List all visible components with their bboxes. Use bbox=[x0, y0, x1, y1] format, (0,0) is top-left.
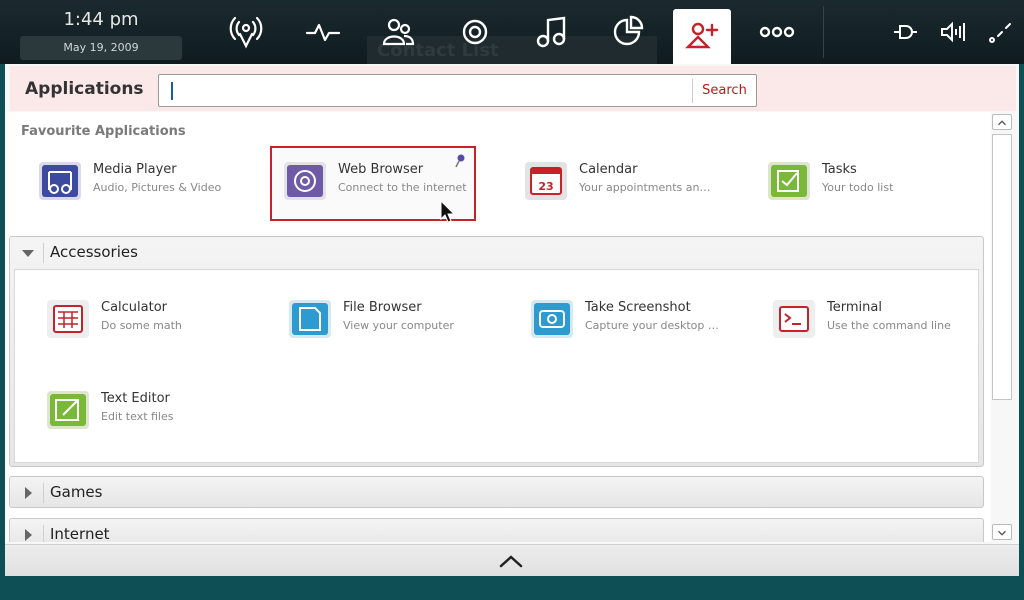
search-bar: Applications Search bbox=[10, 66, 1016, 111]
chevron-up-icon bbox=[998, 120, 1006, 126]
category-games[interactable]: Games bbox=[9, 476, 984, 508]
volume-button[interactable] bbox=[939, 18, 967, 46]
app-description: Audio, Pictures & Video bbox=[93, 181, 222, 194]
top-toolbar: 1:44 pm May 19, 2009 Contact List bbox=[0, 0, 1024, 64]
app-name: Take Screenshot bbox=[585, 300, 691, 315]
app-terminal[interactable]: Terminal Use the command line bbox=[761, 286, 967, 360]
app-description: Connect to the internet bbox=[338, 181, 467, 194]
app-name: Media Player bbox=[93, 162, 177, 177]
app-name: Web Browser bbox=[338, 162, 424, 177]
chevron-down-icon bbox=[998, 530, 1006, 536]
app-description: View your computer bbox=[343, 319, 454, 332]
search-input[interactable] bbox=[175, 79, 685, 103]
file-browser-icon bbox=[289, 300, 331, 338]
power-button[interactable] bbox=[891, 18, 919, 46]
app-description: Edit text files bbox=[101, 410, 174, 423]
app-name: Calendar bbox=[579, 162, 638, 177]
app-description: Your appointments an… bbox=[579, 181, 711, 194]
toolbar-divider bbox=[823, 6, 824, 58]
pie-icon bbox=[613, 15, 644, 46]
applications-icon bbox=[685, 22, 719, 48]
vertical-scrollbar[interactable] bbox=[991, 112, 1015, 540]
category-separator bbox=[43, 525, 44, 542]
people-zone-button[interactable] bbox=[369, 0, 427, 64]
app-description: Do some math bbox=[101, 319, 182, 332]
svg-text:23: 23 bbox=[538, 180, 553, 193]
more-zone-button[interactable] bbox=[748, 0, 806, 64]
media-zone-button[interactable] bbox=[522, 0, 580, 64]
network-button[interactable] bbox=[986, 18, 1014, 46]
camera-icon bbox=[531, 300, 573, 338]
app-name: Tasks bbox=[822, 162, 857, 177]
clock-time: 1:44 pm bbox=[63, 9, 139, 30]
calendar-icon: 23 bbox=[525, 162, 567, 200]
app-file-browser[interactable]: File Browser View your computer bbox=[277, 286, 483, 360]
applications-list: Favourite Applications Media Player Audi… bbox=[5, 112, 991, 542]
volume-icon bbox=[941, 21, 965, 43]
scrollbar-thumb[interactable] bbox=[992, 134, 1012, 400]
category-separator bbox=[43, 483, 44, 503]
favourite-app-tasks[interactable]: Tasks Your todo list bbox=[756, 148, 962, 222]
favourite-app-calendar[interactable]: 23 Calendar Your appointments an… bbox=[513, 148, 719, 222]
expand-arrow-icon[interactable] bbox=[22, 487, 34, 499]
pin-icon[interactable] bbox=[454, 154, 466, 168]
expand-arrow-icon[interactable] bbox=[22, 529, 34, 541]
search-box: Search bbox=[158, 74, 757, 107]
text-caret bbox=[171, 82, 173, 100]
tasks-icon bbox=[768, 162, 810, 200]
category-internet[interactable]: Internet bbox=[9, 518, 984, 542]
search-button[interactable]: Search bbox=[692, 79, 756, 103]
zones-zone-button[interactable] bbox=[598, 0, 656, 64]
category-separator bbox=[43, 243, 44, 263]
app-take-screenshot[interactable]: Take Screenshot Capture your desktop … bbox=[519, 286, 725, 360]
app-description: Capture your desktop … bbox=[585, 319, 719, 332]
scroll-up-button[interactable] bbox=[992, 114, 1012, 130]
panel-bottom-bar bbox=[5, 544, 1019, 576]
app-description: Your todo list bbox=[822, 181, 894, 194]
applications-panel: Applications Search Favourite Applicatio… bbox=[5, 64, 1019, 576]
collapse-panel-handle-icon[interactable] bbox=[497, 553, 525, 569]
panel-title: Applications bbox=[25, 79, 144, 99]
app-name: Terminal bbox=[827, 300, 882, 315]
favourites-heading: Favourite Applications bbox=[21, 124, 186, 139]
activity-zone-button[interactable] bbox=[294, 0, 352, 64]
activity-icon bbox=[305, 23, 341, 42]
app-name: Text Editor bbox=[101, 391, 170, 406]
favourite-app-media-player[interactable]: Media Player Audio, Pictures & Video bbox=[27, 148, 233, 222]
status-zone-button[interactable] bbox=[217, 0, 275, 64]
calculator-icon bbox=[47, 300, 89, 338]
network-icon bbox=[989, 23, 1011, 43]
clock: 1:44 pm May 19, 2009 bbox=[20, 8, 182, 60]
app-name: Calculator bbox=[101, 300, 168, 315]
people-icon bbox=[382, 18, 415, 46]
terminal-icon bbox=[773, 300, 815, 338]
web-browser-icon bbox=[284, 162, 326, 200]
category-title[interactable]: Internet bbox=[50, 525, 110, 542]
collapse-arrow-icon[interactable] bbox=[22, 247, 34, 259]
app-name: File Browser bbox=[343, 300, 422, 315]
internet-icon bbox=[462, 19, 488, 45]
mouse-cursor-icon bbox=[440, 200, 456, 223]
app-calculator[interactable]: Calculator Do some math bbox=[35, 286, 241, 360]
app-description: Use the command line bbox=[827, 319, 951, 332]
scroll-down-button[interactable] bbox=[992, 524, 1012, 540]
category-accessories-body: Calculator Do some math File Browser Vie… bbox=[14, 269, 979, 463]
category-title[interactable]: Accessories bbox=[50, 243, 138, 261]
media-icon bbox=[536, 16, 566, 48]
category-accessories: Accessories Calculator Do some math File bbox=[9, 236, 984, 467]
power-plug-icon bbox=[894, 25, 917, 39]
category-title[interactable]: Games bbox=[50, 483, 102, 501]
applications-zone-button[interactable] bbox=[673, 9, 731, 64]
internet-zone-button[interactable] bbox=[446, 0, 504, 64]
clock-date: May 19, 2009 bbox=[20, 36, 182, 60]
status-icon bbox=[229, 16, 263, 49]
app-text-editor[interactable]: Text Editor Edit text files bbox=[35, 377, 241, 451]
more-icon bbox=[759, 26, 795, 38]
media-player-icon bbox=[39, 162, 81, 200]
text-editor-icon bbox=[47, 391, 89, 429]
